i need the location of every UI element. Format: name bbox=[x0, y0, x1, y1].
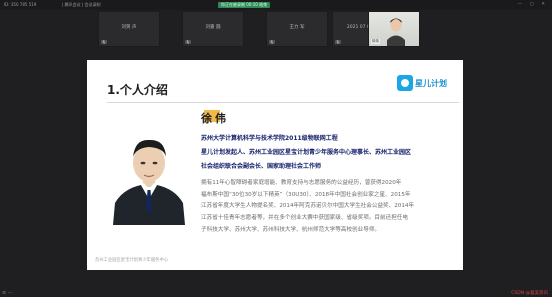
window-controls[interactable]: — ▢ ✕ bbox=[518, 0, 548, 10]
csdn-watermark: CSDN @喜美资讯 bbox=[511, 291, 548, 296]
participant-name: 王力 军 bbox=[289, 25, 305, 30]
mic-muted-icon: 🎙 bbox=[101, 40, 107, 44]
bio-line: 子科技大学、苏州大学、苏州科技大学、杭州师范大学等高校创业导师。 bbox=[201, 226, 381, 233]
participant-tile[interactable]: 刘嘉 圆 🎙 bbox=[182, 11, 244, 47]
bio-line: 拥有11年心智障碍者家庭增能、教育支持与志愿服务的公益经历，曾获得2020年 bbox=[201, 180, 402, 186]
shared-slide: 1.个人介绍 星儿计划 徐伟 苏州大学计算机科学与技术学院2011级物联网工程 … bbox=[87, 60, 463, 270]
mic-muted-icon: 🎙 bbox=[335, 40, 341, 44]
participant-name: 刘嘉 圆 bbox=[205, 25, 221, 30]
bio-paragraph: 拥有11年心智障碍者家庭增能、教育支持与志愿服务的公益经历，曾获得2020年 福… bbox=[201, 178, 455, 237]
camera-name-label: 徐伟 bbox=[371, 39, 380, 44]
menu-icon[interactable]: ≡ ⋯ bbox=[2, 290, 13, 296]
meeting-id[interactable]: ID: 350 785 519 bbox=[4, 0, 36, 10]
mic-muted-icon: 🎙 bbox=[269, 40, 275, 44]
title-line: 苏州大学计算机科学与技术学院2011级物联网工程 bbox=[201, 135, 338, 142]
org-logo: 星儿计划 bbox=[397, 75, 447, 91]
star-logo-icon bbox=[397, 75, 413, 91]
bio-line: 福布斯中国“30位30岁以下精英”（30U30）、2018年中国社会创业家之星、… bbox=[201, 191, 411, 198]
bio-line: 江苏省年度大学生人物提名奖、2014年阿克苏诺贝尔中国大学生社会公益奖、2014… bbox=[201, 203, 415, 210]
participant-tile[interactable]: 王力 军 🎙 bbox=[266, 11, 328, 47]
person-name: 徐伟 bbox=[201, 112, 229, 125]
bio-line: 江苏省十佳青年志愿者等，并在多个创业大赛中获国家级、省级奖项。目前还担任电 bbox=[201, 215, 408, 222]
recording-badge[interactable]: 你正在被录制 00:10 结束 bbox=[218, 2, 271, 8]
heading-divider bbox=[107, 102, 459, 103]
title-line: 社会组织联合会副会长、国家助理社会工作师 bbox=[201, 163, 322, 170]
camera-tile[interactable]: 徐伟 bbox=[368, 11, 420, 47]
slide-footer: 苏州工业园区星宝计划青少年服务中心 bbox=[95, 258, 169, 263]
title-line: 星儿计划发起人、苏州工业园区星宝计划青少年服务中心理事长、苏州工业园区 bbox=[201, 149, 412, 156]
webcam-person-image bbox=[387, 18, 405, 46]
portrait-photo bbox=[113, 139, 185, 225]
participant-tile[interactable]: 刘贺 声 🎙 bbox=[98, 11, 160, 47]
app-title: | 腾讯会议 | 会议录制 bbox=[62, 2, 101, 7]
slide-heading: 1.个人介绍 bbox=[107, 83, 168, 97]
participant-name: 刘贺 声 bbox=[121, 25, 137, 30]
title-bar: ID: 350 785 519 | 腾讯会议 | 会议录制 你正在被录制 00:… bbox=[0, 0, 552, 10]
mic-muted-icon: 🎙 bbox=[185, 40, 191, 44]
logo-text: 星儿计划 bbox=[415, 78, 447, 88]
